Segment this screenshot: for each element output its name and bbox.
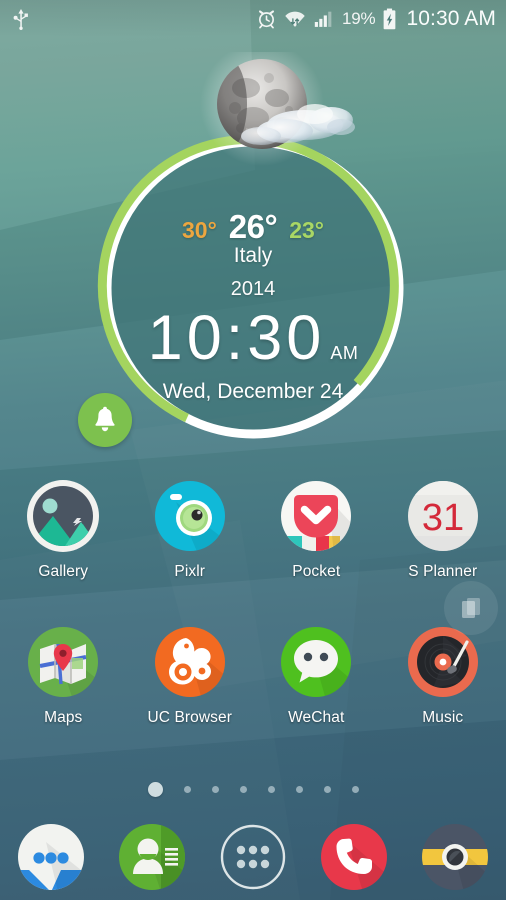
- maps-icon-box: [25, 624, 101, 700]
- pocket-icon: [281, 481, 352, 551]
- messages-icon-box: [16, 822, 86, 892]
- dock-item-contacts[interactable]: [101, 822, 202, 892]
- bell-icon: [95, 406, 115, 432]
- contacts-icon-box: [117, 822, 187, 892]
- widget-location: Italy: [233, 244, 273, 267]
- app-label: S Planner: [408, 563, 478, 580]
- app-label: Music: [422, 709, 464, 726]
- app-wechat[interactable]: WeChat: [253, 616, 380, 727]
- s-planner-icon-box: 31: [405, 478, 481, 554]
- clock-ampm: AM: [330, 343, 359, 363]
- page-dot-8[interactable]: [351, 785, 359, 793]
- widget-temperatures: 30° 26° 23°: [95, 208, 411, 246]
- messages-icon: [17, 823, 84, 890]
- app-label: UC Browser: [147, 709, 233, 726]
- app-gallery[interactable]: Gallery: [0, 470, 127, 581]
- pocket-icon-box: [278, 478, 354, 554]
- battery-percent-label: 19%: [342, 8, 376, 28]
- app-pocket[interactable]: Pocket: [253, 470, 380, 581]
- battery-charging-icon: [384, 8, 396, 29]
- cellular-signal-icon: [314, 11, 332, 27]
- wifi-icon: [285, 11, 305, 27]
- widget-date: Wed, December 24: [162, 380, 344, 403]
- camera-icon-box: [420, 822, 490, 892]
- page-dot-3[interactable]: [211, 785, 219, 793]
- app-maps[interactable]: Maps: [0, 616, 127, 727]
- app-label: Maps: [44, 709, 83, 726]
- alarm-clock-icon: [259, 10, 275, 29]
- status-bar-clock: 10:30 AM: [406, 6, 496, 30]
- app-label: Pixlr: [174, 563, 206, 580]
- app-uc-browser[interactable]: UC Browser: [127, 616, 254, 727]
- phone-icon-box: [319, 822, 389, 892]
- status-bar[interactable]: 19% 10:30 AM: [0, 0, 506, 37]
- weather-clock-widget[interactable]: 30° 26° 23° Italy 2014 10:30 AM Wed, Dec…: [95, 52, 411, 446]
- page-indicator[interactable]: [0, 779, 506, 799]
- usb-icon: [13, 8, 28, 30]
- page-dot-6[interactable]: [295, 785, 303, 793]
- app-label: WeChat: [288, 709, 345, 726]
- notification-bell-button[interactable]: [78, 393, 132, 447]
- apps-grid-icon: [220, 824, 286, 889]
- wechat-icon: [281, 627, 352, 697]
- contacts-icon: [118, 823, 185, 890]
- temp-current: 26°: [228, 208, 278, 245]
- widget-year: 2014: [230, 278, 276, 300]
- temp-high: 30°: [182, 217, 217, 243]
- app-music[interactable]: Music: [380, 616, 506, 727]
- temp-low: 23°: [289, 217, 324, 243]
- pages-overview-button[interactable]: [444, 581, 498, 635]
- camera-icon: [422, 823, 489, 890]
- dock: [0, 813, 506, 900]
- wechat-icon-box: [278, 624, 354, 700]
- pixlr-icon: [154, 481, 225, 551]
- music-icon-box: [405, 624, 481, 700]
- page-dot-5[interactable]: [267, 785, 275, 793]
- app-row-1: Gallery Pixlr Pocket 31 S Planner: [0, 470, 506, 581]
- app-label: Pocket: [292, 563, 341, 580]
- page-dot-2[interactable]: [183, 785, 191, 793]
- app-drawer-icon-box: [218, 822, 288, 892]
- s-planner-icon: 31: [407, 481, 478, 551]
- status-bar-right: 19% 10:30 AM: [256, 7, 496, 31]
- widget-clock: 10:30 AM: [95, 307, 411, 370]
- dock-item-messages[interactable]: [0, 822, 101, 892]
- app-grid: Gallery Pixlr Pocket 31 S Planner Maps U…: [0, 470, 506, 727]
- s-planner-day: 31: [422, 497, 464, 539]
- uc-browser-icon-box: [152, 624, 228, 700]
- app-pixlr[interactable]: Pixlr: [127, 470, 254, 581]
- page-dot-1[interactable]: [147, 781, 163, 797]
- moon-cloud-icon: [200, 52, 355, 166]
- dock-item-app-drawer[interactable]: [202, 822, 303, 892]
- app-row-2: Maps UC Browser WeChat Music: [0, 616, 506, 727]
- clock-time: 10:30: [147, 303, 326, 373]
- dock-item-phone[interactable]: [304, 822, 405, 892]
- page-dot-7[interactable]: [323, 785, 331, 793]
- uc-browser-icon: [154, 627, 225, 697]
- pages-icon: [462, 598, 480, 618]
- phone-icon: [321, 823, 388, 890]
- music-icon: [407, 627, 478, 697]
- app-s-planner[interactable]: 31 S Planner: [380, 470, 506, 581]
- status-bar-left: [12, 7, 30, 31]
- gallery-icon-box: [25, 478, 101, 554]
- app-label: Gallery: [38, 563, 89, 580]
- pixlr-icon-box: [152, 478, 228, 554]
- maps-icon: [28, 627, 99, 697]
- gallery-icon: [27, 480, 100, 552]
- dock-item-camera[interactable]: [405, 822, 506, 892]
- page-dot-4[interactable]: [239, 785, 247, 793]
